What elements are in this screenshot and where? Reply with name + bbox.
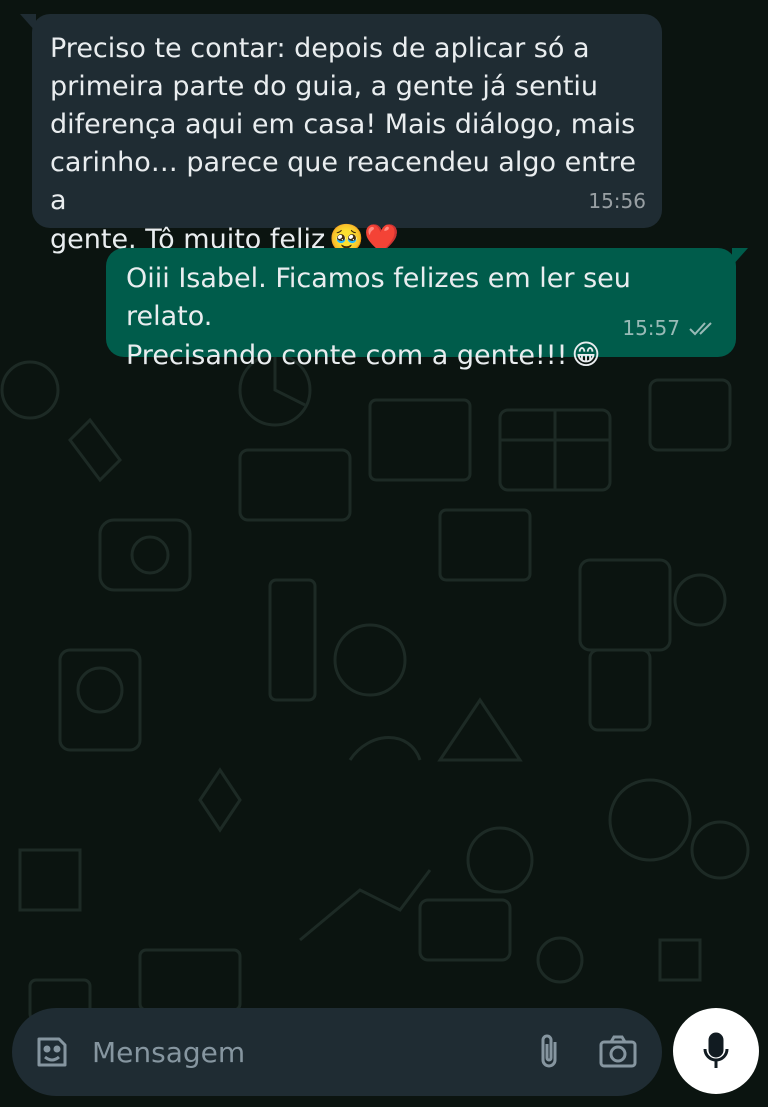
- bubble-tail: [20, 14, 36, 32]
- message-time: 15:57: [622, 316, 680, 340]
- camera-icon[interactable]: [596, 1030, 640, 1074]
- outgoing-message-bubble[interactable]: Oiii Isabel. Ficamos felizes em ler seu …: [106, 248, 748, 371]
- sticker-icon[interactable]: [30, 1030, 74, 1074]
- bubble-tail: [732, 248, 748, 266]
- message-meta: 15:56: [588, 182, 646, 220]
- microphone-icon: [703, 1032, 729, 1068]
- message-time: 15:56: [588, 189, 646, 213]
- incoming-message-bubble[interactable]: Preciso te contar: depois de aplicar só …: [20, 14, 662, 255]
- message-input[interactable]: [90, 1021, 528, 1083]
- paperclip-icon[interactable]: [528, 1030, 572, 1074]
- microphone-button[interactable]: [673, 1008, 759, 1094]
- message-composer: [12, 1008, 662, 1096]
- message-text: Preciso te contar: depois de aplicar só …: [50, 33, 636, 255]
- message-meta: 15:57: [622, 309, 718, 347]
- emoji: 😁: [571, 338, 601, 371]
- read-receipt-icon: [689, 322, 712, 336]
